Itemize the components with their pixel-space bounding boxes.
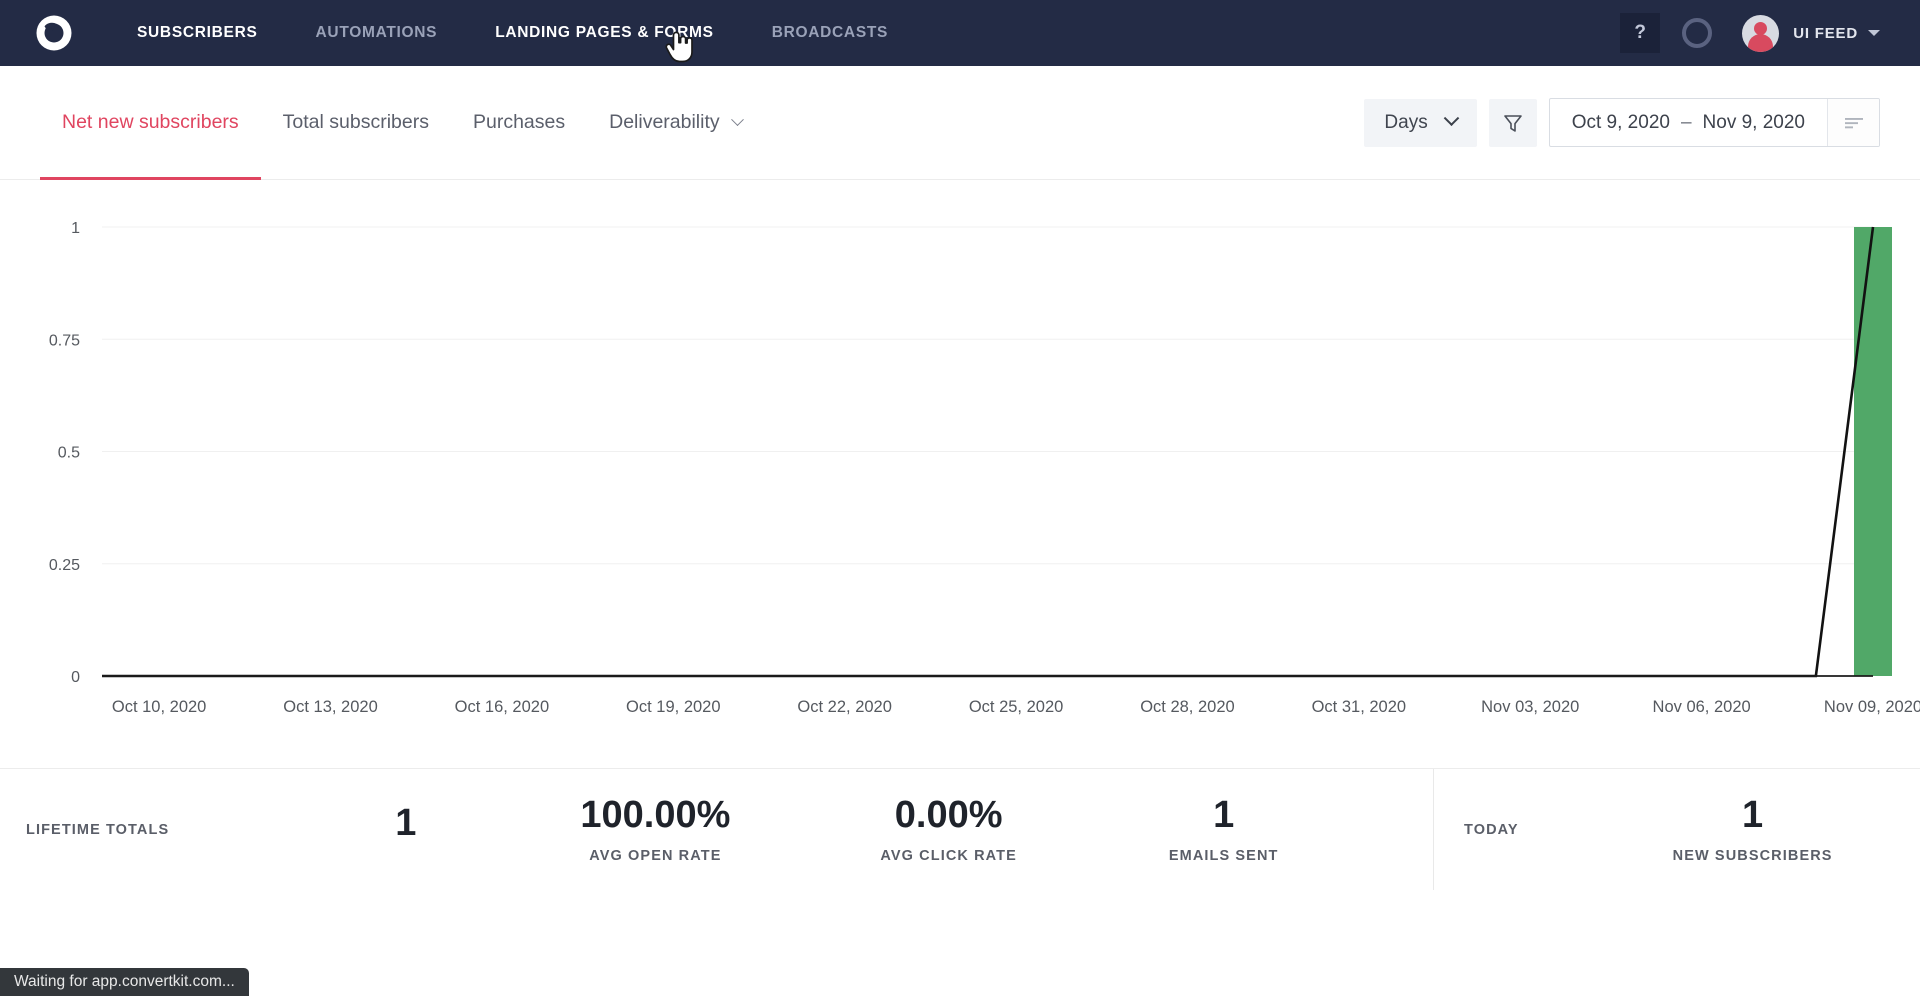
top-nav-right-cluster: ? UI FEED — [1620, 13, 1920, 53]
convertkit-logo-icon — [36, 15, 72, 51]
svg-text:Nov 09, 2020: Nov 09, 2020 — [1824, 698, 1920, 716]
svg-text:Oct 22, 2020: Oct 22, 2020 — [797, 698, 891, 716]
stat-avg-click-rate: 0.00% AVG CLICK RATE — [880, 796, 1017, 864]
svg-text:Oct 28, 2020: Oct 28, 2020 — [1140, 698, 1234, 716]
date-range-separator: – — [1680, 111, 1692, 133]
date-range-value[interactable]: Oct 9, 2020 – Nov 9, 2020 — [1550, 99, 1827, 146]
granularity-dropdown-label: Days — [1384, 111, 1428, 133]
stat-avg-open-rate: 100.00% AVG OPEN RATE — [580, 796, 730, 864]
nav-link-broadcasts-label: BROADCASTS — [771, 24, 889, 41]
nav-link-automations-label: AUTOMATIONS — [315, 24, 438, 41]
browser-status-text: Waiting for app.convertkit.com... — [14, 973, 235, 990]
stat-new-subscribers: 1 NEW SUBSCRIBERS — [1673, 796, 1833, 864]
stat-new-subscribers-label: NEW SUBSCRIBERS — [1672, 847, 1833, 864]
chart-toolbar: Days Oct 9, 2020 – Nov 9, 2020 — [1364, 98, 1880, 147]
svg-text:Nov 06, 2020: Nov 06, 2020 — [1653, 698, 1751, 716]
tab-total-subscribers-label: Total subscribers — [282, 111, 429, 133]
stat-emails-sent: 1 EMAILS SENT — [1169, 796, 1279, 864]
tab-purchases-label: Purchases — [472, 111, 566, 133]
nav-link-subscribers[interactable]: SUBSCRIBERS — [108, 0, 287, 66]
tab-deliverability[interactable]: Deliverability — [587, 66, 764, 179]
stat-avg-open-rate-label: AVG OPEN RATE — [589, 847, 722, 864]
tab-deliverability-label: Deliverability — [609, 111, 720, 133]
tab-purchases[interactable]: Purchases — [451, 66, 587, 179]
svg-text:Oct 13, 2020: Oct 13, 2020 — [283, 698, 377, 716]
nav-link-subscribers-label: SUBSCRIBERS — [137, 24, 258, 41]
stat-avg-open-rate-value: 100.00% — [580, 793, 731, 836]
user-avatar-icon — [1742, 14, 1780, 52]
svg-text:0.5: 0.5 — [58, 445, 80, 462]
date-range-end: Nov 9, 2020 — [1702, 111, 1805, 133]
date-range-picker[interactable]: Oct 9, 2020 – Nov 9, 2020 — [1548, 98, 1880, 147]
svg-text:Oct 25, 2020: Oct 25, 2020 — [969, 698, 1063, 716]
user-account-name: UI FEED — [1793, 24, 1858, 42]
tab-net-new-subscribers[interactable]: Net new subscribers — [40, 66, 261, 180]
stat-new-subscribers-value: 1 — [1742, 793, 1764, 836]
nav-link-landing-pages-and-forms-label: LANDING PAGES & FORMS — [495, 24, 714, 41]
nav-link-landing-pages-and-forms[interactable]: LANDING PAGES & FORMS — [466, 0, 743, 66]
svg-text:1: 1 — [71, 220, 80, 237]
svg-text:Oct 19, 2020: Oct 19, 2020 — [626, 698, 720, 716]
today-label: TODAY — [1464, 821, 1519, 838]
help-button-label: ? — [1634, 22, 1647, 43]
nav-link-broadcasts[interactable]: BROADCASTS — [743, 0, 917, 66]
browser-status-bar: Waiting for app.convertkit.com... — [0, 968, 249, 996]
top-navigation-bar: SUBSCRIBERS AUTOMATIONS LANDING PAGES & … — [0, 0, 1920, 66]
stat-avg-click-rate-label: AVG CLICK RATE — [880, 847, 1017, 864]
tab-total-subscribers[interactable]: Total subscribers — [261, 66, 451, 179]
chevron-down-icon — [730, 113, 744, 127]
metric-tabs: Net new subscribers Total subscribers Pu… — [40, 66, 764, 180]
chevron-down-icon — [1443, 110, 1459, 127]
stat-lifetime-subscribers-value: 1 — [395, 801, 417, 844]
list-lines-icon — [1844, 117, 1863, 128]
stat-emails-sent-value: 1 — [1213, 793, 1235, 836]
svg-text:Oct 31, 2020: Oct 31, 2020 — [1312, 698, 1406, 716]
svg-text:Nov 03, 2020: Nov 03, 2020 — [1481, 698, 1579, 716]
nav-link-automations[interactable]: AUTOMATIONS — [287, 0, 467, 66]
funnel-filter-icon — [1503, 114, 1522, 132]
lifetime-totals-group: LIFETIME TOTALS 1 100.00% AVG OPEN RATE … — [0, 769, 1434, 890]
stat-avg-click-rate-value: 0.00% — [894, 793, 1003, 836]
summary-stats-bar: LIFETIME TOTALS 1 100.00% AVG OPEN RATE … — [0, 768, 1920, 890]
stat-emails-sent-label: EMAILS SENT — [1168, 847, 1279, 864]
today-totals-group: TODAY 1 NEW SUBSCRIBERS — [1434, 769, 1920, 890]
chevron-down-icon — [1868, 30, 1880, 36]
svg-text:0: 0 — [71, 669, 80, 686]
svg-text:Oct 16, 2020: Oct 16, 2020 — [455, 698, 549, 716]
net-new-subscribers-chart[interactable]: 0 0.25 0.5 0.75 1 Oct 10, 2020 Oct 13, 2020 Oct… — [0, 180, 1920, 890]
date-range-start: Oct 9, 2020 — [1571, 111, 1670, 133]
convertkit-logo-link[interactable] — [0, 13, 108, 53]
user-account-menu[interactable]: UI FEED — [1742, 14, 1880, 52]
circle-outline-icon[interactable] — [1682, 18, 1713, 48]
svg-text:0.25: 0.25 — [49, 557, 80, 574]
lifetime-totals-label: LIFETIME TOTALS — [26, 821, 170, 838]
metric-tab-bar: Net new subscribers Total subscribers Pu… — [0, 66, 1920, 180]
stat-lifetime-subscribers: 1 — [395, 804, 416, 856]
svg-text:Oct 10, 2020: Oct 10, 2020 — [112, 698, 206, 716]
filter-button[interactable] — [1488, 98, 1537, 147]
svg-text:0.75: 0.75 — [49, 332, 80, 349]
tab-net-new-subscribers-label: Net new subscribers — [62, 111, 239, 133]
granularity-dropdown[interactable]: Days — [1364, 98, 1477, 147]
date-range-menu-button[interactable] — [1827, 99, 1879, 146]
help-button[interactable]: ? — [1620, 13, 1661, 53]
main-nav-links: SUBSCRIBERS AUTOMATIONS LANDING PAGES & … — [108, 0, 917, 66]
